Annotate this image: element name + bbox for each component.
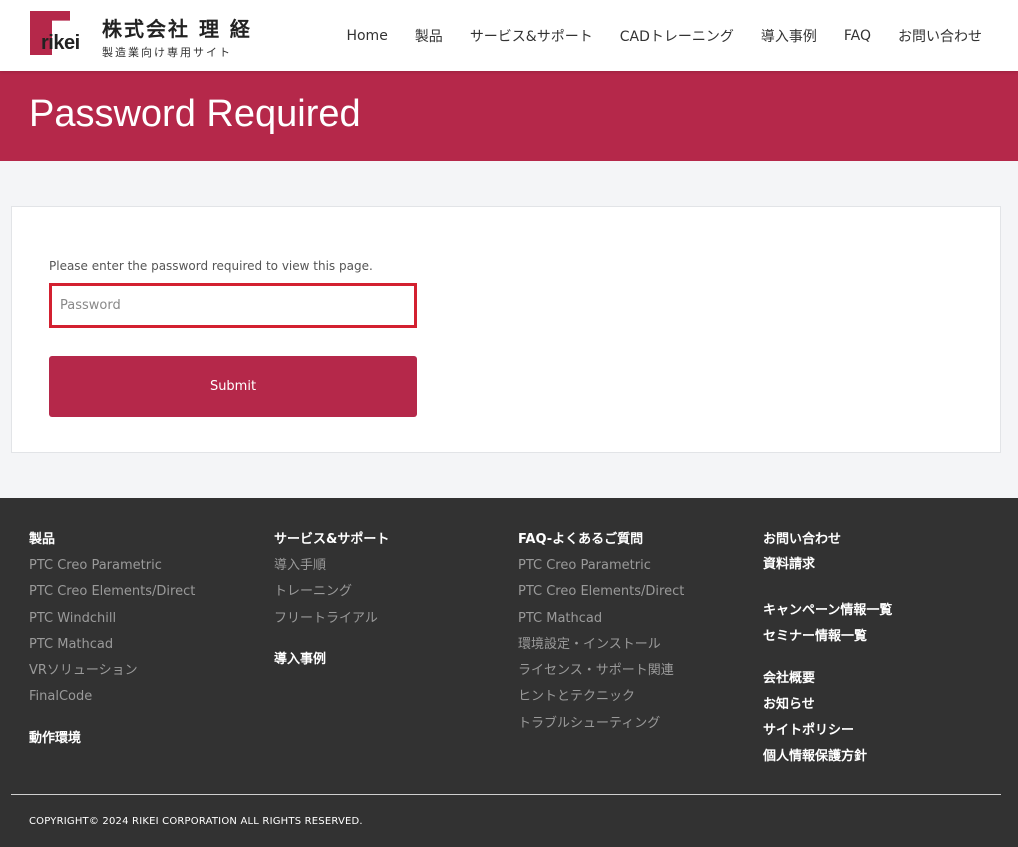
- footer-link[interactable]: ヒントとテクニック: [518, 689, 684, 715]
- page-banner: Password Required: [0, 71, 1018, 161]
- footer-col-service: サービス&サポート 導入手順 トレーニング フリートライアル 導入事例: [274, 528, 389, 667]
- logo-wordmark: rikei: [41, 32, 80, 54]
- footer-link[interactable]: PTC Creo Elements/Direct: [29, 584, 195, 610]
- nav-home[interactable]: Home: [346, 28, 387, 44]
- nav-products[interactable]: 製品: [415, 26, 443, 46]
- footer-link[interactable]: 会社概要: [763, 667, 892, 693]
- footer-link[interactable]: お知らせ: [763, 693, 892, 719]
- footer-link[interactable]: セミナー情報一覧: [763, 625, 892, 651]
- footer-links-service: 導入手順 トレーニング フリートライアル: [274, 558, 389, 637]
- site-footer: 製品 PTC Creo Parametric PTC Creo Elements…: [0, 498, 1018, 847]
- password-form-card: Please enter the password required to vi…: [11, 206, 1001, 453]
- footer-link[interactable]: PTC Mathcad: [518, 611, 684, 637]
- footer-link[interactable]: 環境設定・インストール: [518, 637, 684, 663]
- footer-link[interactable]: PTC Creo Elements/Direct: [518, 584, 684, 610]
- page-title: Password Required: [29, 93, 361, 135]
- footer-heading-environment[interactable]: 動作環境: [29, 727, 195, 746]
- footer-links-products: PTC Creo Parametric PTC Creo Elements/Di…: [29, 558, 195, 716]
- logo-text: 株式会社 理 経 製造業向け専用サイト: [102, 13, 252, 60]
- footer-link[interactable]: PTC Creo Parametric: [518, 558, 684, 584]
- footer-heading-service[interactable]: サービス&サポート: [274, 528, 389, 547]
- footer-link[interactable]: フリートライアル: [274, 611, 389, 637]
- footer-link[interactable]: サイトポリシー: [763, 719, 892, 745]
- main-nav: Home 製品 サービス&サポート CADトレーニング 導入事例 FAQ お問い…: [346, 0, 982, 71]
- footer-links-contact-group1: 資料請求: [763, 557, 892, 583]
- footer-link[interactable]: ライセンス・サポート関連: [518, 663, 684, 689]
- footer-link[interactable]: 資料請求: [763, 557, 892, 583]
- nav-case-studies[interactable]: 導入事例: [761, 26, 817, 46]
- nav-service-support[interactable]: サービス&サポート: [470, 26, 593, 46]
- footer-link[interactable]: トレーニング: [274, 584, 389, 610]
- footer-heading-products[interactable]: 製品: [29, 528, 195, 547]
- rikei-logo-icon: rikei: [28, 9, 94, 59]
- footer-link[interactable]: 個人情報保護方針: [763, 745, 892, 771]
- nav-faq[interactable]: FAQ: [844, 28, 871, 44]
- footer-links-contact-group3: 会社概要 お知らせ サイトポリシー 個人情報保護方針: [763, 667, 892, 771]
- footer-link[interactable]: トラブルシューティング: [518, 716, 684, 742]
- copyright: COPYRIGHT© 2024 RIKEI CORPORATION ALL RI…: [29, 816, 363, 827]
- submit-button[interactable]: Submit: [49, 356, 417, 417]
- footer-divider: [11, 794, 1001, 795]
- logo-company-name: 株式会社 理 経: [102, 17, 252, 41]
- footer-link[interactable]: PTC Creo Parametric: [29, 558, 195, 584]
- footer-heading-contact[interactable]: お問い合わせ: [763, 528, 892, 547]
- footer-col-contact: お問い合わせ 資料請求 キャンペーン情報一覧 セミナー情報一覧 会社概要 お知ら…: [763, 528, 892, 771]
- nav-cad-training[interactable]: CADトレーニング: [620, 26, 734, 46]
- footer-link[interactable]: 導入手順: [274, 558, 389, 584]
- footer-heading-cases[interactable]: 導入事例: [274, 648, 389, 667]
- logo-tagline: 製造業向け専用サイト: [102, 46, 232, 59]
- footer-link[interactable]: キャンペーン情報一覧: [763, 599, 892, 625]
- footer-link[interactable]: VRソリューション: [29, 663, 195, 689]
- footer-link[interactable]: PTC Windchill: [29, 611, 195, 637]
- footer-link[interactable]: PTC Mathcad: [29, 637, 195, 663]
- site-logo[interactable]: rikei 株式会社 理 経 製造業向け専用サイト: [28, 9, 253, 59]
- site-header: rikei 株式会社 理 経 製造業向け専用サイト Home 製品 サービス&サ…: [0, 0, 1018, 71]
- footer-link[interactable]: FinalCode: [29, 689, 195, 715]
- nav-contact[interactable]: お問い合わせ: [898, 26, 982, 46]
- footer-col-products: 製品 PTC Creo Parametric PTC Creo Elements…: [29, 528, 195, 746]
- footer-links-faq: PTC Creo Parametric PTC Creo Elements/Di…: [518, 558, 684, 742]
- form-instruction: Please enter the password required to vi…: [49, 259, 373, 273]
- footer-links-contact-group2: キャンペーン情報一覧 セミナー情報一覧: [763, 599, 892, 651]
- footer-heading-faq[interactable]: FAQ-よくあるご質問: [518, 528, 684, 547]
- footer-col-faq: FAQ-よくあるご質問 PTC Creo Parametric PTC Creo…: [518, 528, 684, 742]
- password-input[interactable]: [49, 283, 417, 328]
